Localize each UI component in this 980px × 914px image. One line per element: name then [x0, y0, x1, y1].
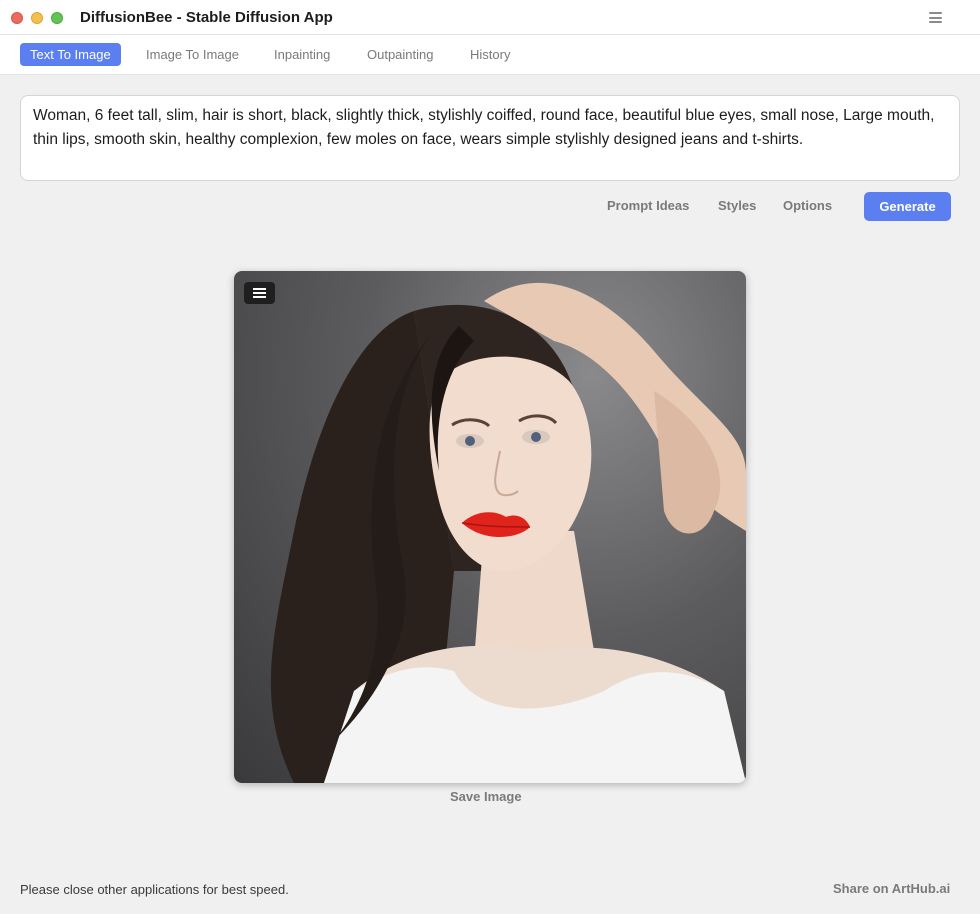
share-arthub-link[interactable]: Share on ArtHub.ai — [833, 881, 950, 896]
tab-history[interactable]: History — [460, 43, 520, 66]
tab-image-to-image[interactable]: Image To Image — [136, 43, 249, 66]
hamburger-icon[interactable] — [929, 12, 942, 23]
portrait-illustration — [270, 282, 746, 783]
prompt-input[interactable]: Woman, 6 feet tall, slim, hair is short,… — [20, 95, 960, 181]
close-window-button[interactable] — [11, 12, 23, 24]
tab-bar: Text To Image Image To Image Inpainting … — [0, 35, 980, 75]
options-button[interactable]: Options — [783, 198, 832, 213]
generated-image — [234, 271, 746, 783]
status-note: Please close other applications for best… — [20, 882, 289, 897]
tab-outpainting[interactable]: Outpainting — [357, 43, 444, 66]
save-image-button[interactable]: Save Image — [450, 789, 522, 804]
tab-inpainting[interactable]: Inpainting — [264, 43, 340, 66]
prompt-ideas-button[interactable]: Prompt Ideas — [607, 198, 689, 213]
title-bar: DiffusionBee - Stable Diffusion App — [0, 0, 980, 35]
window-title: DiffusionBee - Stable Diffusion App — [80, 9, 333, 26]
minimize-window-button[interactable] — [31, 12, 43, 24]
zoom-window-button[interactable] — [51, 12, 63, 24]
generate-button[interactable]: Generate — [864, 192, 951, 221]
styles-button[interactable]: Styles — [718, 198, 756, 213]
image-menu-button[interactable] — [244, 282, 275, 304]
tab-text-to-image[interactable]: Text To Image — [20, 43, 121, 66]
